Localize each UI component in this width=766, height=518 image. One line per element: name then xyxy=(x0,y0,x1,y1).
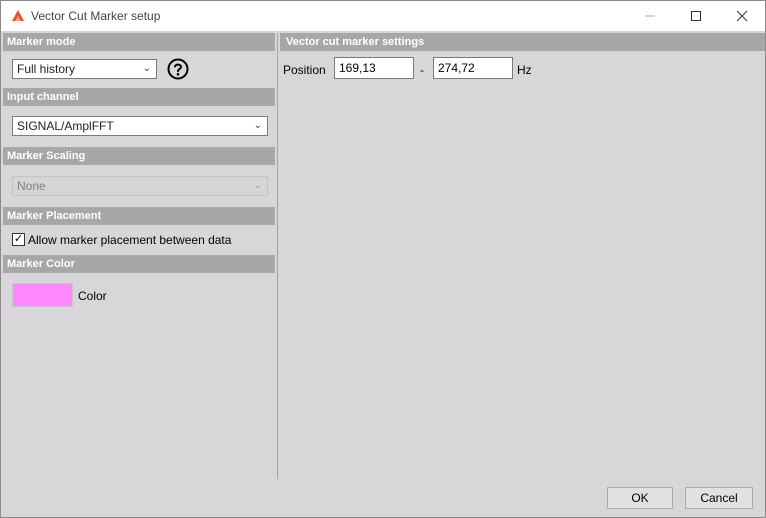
chevron-down-icon: ⌄ xyxy=(253,120,262,131)
marker-mode-dropdown[interactable]: Full history ⌄ xyxy=(12,59,157,79)
maximize-icon xyxy=(691,11,701,21)
marker-scaling-value: None xyxy=(17,179,46,193)
input-channel-value: SIGNAL/AmplFFT xyxy=(17,119,114,133)
dialog-window: Vector Cut Marker setup Marker mode Full… xyxy=(0,0,766,518)
allow-between-data-label[interactable]: Allow marker placement between data xyxy=(28,233,231,247)
marker-scaling-header: Marker Scaling xyxy=(3,147,275,165)
minimize-icon xyxy=(645,15,655,17)
position-from-input[interactable]: 169,13 xyxy=(334,57,414,79)
close-button[interactable] xyxy=(719,1,765,31)
vector-cut-settings-header: Vector cut marker settings xyxy=(280,33,765,51)
marker-color-label: Color xyxy=(78,289,107,303)
unit-label: Hz xyxy=(517,63,532,77)
left-settings-panel: Marker mode Full history ⌄ Input channel… xyxy=(1,31,277,479)
marker-color-header: Marker Color xyxy=(3,255,275,273)
right-settings-panel: Vector cut marker settings Position 169,… xyxy=(278,31,765,479)
marker-mode-header: Marker mode xyxy=(3,33,275,51)
input-channel-header: Input channel xyxy=(3,88,275,106)
window-title: Vector Cut Marker setup xyxy=(31,9,161,23)
dewesoft-logo-icon xyxy=(12,10,24,21)
minimize-button[interactable] xyxy=(627,1,673,31)
position-to-input[interactable]: 274,72 xyxy=(433,57,513,79)
marker-color-swatch[interactable] xyxy=(12,283,73,307)
cancel-button[interactable]: Cancel xyxy=(685,487,753,509)
marker-mode-value: Full history xyxy=(17,62,76,76)
chevron-down-icon: ⌄ xyxy=(253,180,262,191)
ok-button[interactable]: OK xyxy=(607,487,673,509)
close-icon xyxy=(736,10,748,22)
allow-between-data-checkbox[interactable]: ✓ xyxy=(12,233,25,246)
input-channel-dropdown[interactable]: SIGNAL/AmplFFT ⌄ xyxy=(12,116,268,136)
help-circle-icon[interactable] xyxy=(167,58,189,80)
marker-placement-header: Marker Placement xyxy=(3,207,275,225)
title-bar[interactable]: Vector Cut Marker setup xyxy=(1,1,765,31)
marker-scaling-dropdown[interactable]: None ⌄ xyxy=(12,176,268,196)
range-separator: - xyxy=(420,63,424,77)
chevron-down-icon: ⌄ xyxy=(142,63,151,74)
maximize-button[interactable] xyxy=(673,1,719,31)
position-label: Position xyxy=(283,63,326,77)
